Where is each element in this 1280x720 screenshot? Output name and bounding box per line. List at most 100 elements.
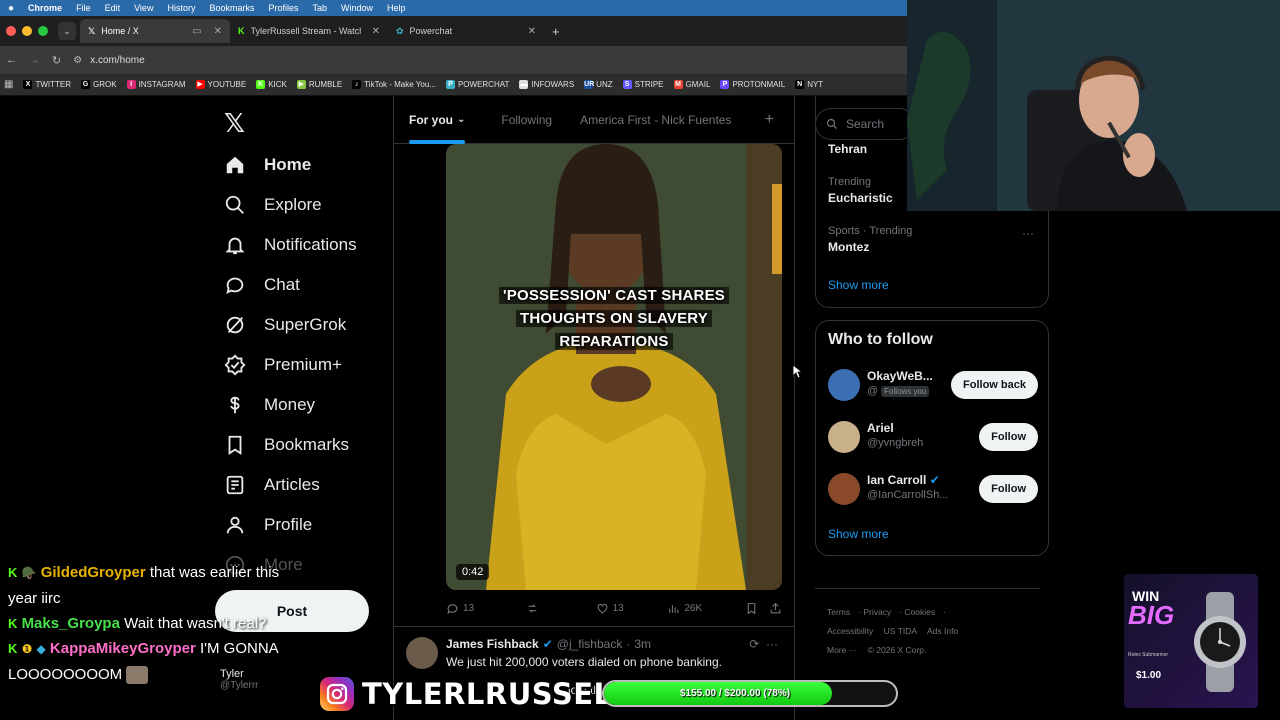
menu-help[interactable]: Help bbox=[387, 3, 406, 13]
follow-button[interactable]: Follow bbox=[979, 423, 1038, 451]
bookmark-item[interactable]: I INSTAGRAM bbox=[126, 80, 186, 89]
footer-more[interactable]: More ··· bbox=[827, 645, 857, 655]
author-name[interactable]: James Fishback bbox=[446, 637, 539, 651]
footer-privacy[interactable]: Privacy bbox=[863, 607, 891, 617]
nav-item-profile[interactable]: Profile bbox=[224, 505, 357, 545]
add-tab-icon[interactable]: + bbox=[765, 111, 774, 129]
bookmark-favicon-icon: ▶ bbox=[195, 80, 205, 89]
bookmark-item[interactable]: K KICK bbox=[256, 80, 287, 89]
new-tab-button[interactable]: + bbox=[544, 19, 568, 43]
bookmark-item[interactable]: X TWITTER bbox=[23, 80, 71, 89]
nav-item-explore[interactable]: Explore bbox=[224, 185, 357, 225]
close-icon[interactable]: ✕ bbox=[372, 26, 380, 37]
trend-item[interactable]: Trending Eucharistic bbox=[828, 176, 893, 205]
menu-file[interactable]: File bbox=[76, 3, 91, 13]
bookmark-button[interactable] bbox=[745, 602, 769, 615]
follow-button[interactable]: Follow bbox=[979, 475, 1038, 503]
picture-in-picture-icon[interactable]: ▭ bbox=[192, 26, 201, 37]
forward-arrow-icon[interactable]: → bbox=[29, 54, 40, 66]
follow-suggestion[interactable]: Ian Carroll ✔ @IanCarrollSh... Follow bbox=[828, 469, 1038, 509]
bookmark-item[interactable]: M GMAIL bbox=[673, 80, 710, 89]
tab-list[interactable]: America First - Nick Fuentes bbox=[552, 96, 731, 144]
person-icon bbox=[226, 516, 244, 534]
bookmark-item[interactable]: UR UNZ bbox=[584, 80, 613, 89]
bookmark-item[interactable]: ▬ INFOWARS bbox=[519, 80, 574, 89]
menu-view[interactable]: View bbox=[134, 3, 153, 13]
more-options-icon[interactable]: ··· bbox=[1022, 226, 1034, 240]
tab-home-x[interactable]: 𝕏 Home / X ▭ ✕ bbox=[80, 19, 230, 43]
more-options-icon[interactable]: ⟳ ··· bbox=[749, 637, 778, 651]
nav-item-home[interactable]: Home bbox=[224, 145, 357, 185]
tab-search-chevron-icon[interactable]: ⌄ bbox=[58, 22, 76, 40]
video-player[interactable]: 'POSSESSION' CAST SHARES THOUGHTS ON SLA… bbox=[446, 144, 782, 590]
apple-icon[interactable]: ● bbox=[8, 3, 14, 14]
bookmark-item[interactable]: P POWERCHAT bbox=[445, 80, 509, 89]
repost-button[interactable] bbox=[526, 602, 596, 615]
tab-for-you[interactable]: For you ⌄ bbox=[394, 96, 466, 144]
bookmark-item[interactable]: S STRIPE bbox=[622, 80, 664, 89]
menu-bookmarks[interactable]: Bookmarks bbox=[209, 3, 254, 13]
follow-suggestion[interactable]: OkayWeB... @ Follows you Follow back bbox=[828, 365, 1038, 405]
show-more-link[interactable]: Show more bbox=[828, 278, 889, 292]
views-button[interactable]: 26K bbox=[667, 602, 745, 615]
bookmark-item[interactable]: ▶ YOUTUBE bbox=[195, 80, 246, 89]
url-field[interactable]: ⚙ x.com/home bbox=[73, 55, 144, 66]
avatar[interactable] bbox=[828, 369, 860, 401]
nav-item-premium[interactable]: Premium+ bbox=[224, 345, 357, 385]
bookmark-item[interactable]: ▶ RUMBLE bbox=[296, 80, 342, 89]
tab-following[interactable]: Following bbox=[465, 96, 552, 144]
bookmark-item[interactable]: G GROK bbox=[81, 80, 117, 89]
close-icon[interactable]: ✕ bbox=[528, 26, 536, 37]
tweet-time[interactable]: 3m bbox=[634, 637, 651, 651]
nav-item-money[interactable]: Money bbox=[224, 385, 357, 425]
nav-item-chat[interactable]: Chat bbox=[224, 265, 357, 305]
bookmark-item[interactable]: N NYT bbox=[795, 80, 823, 89]
maximize-window-button[interactable] bbox=[38, 26, 48, 36]
menu-window[interactable]: Window bbox=[341, 3, 373, 13]
close-icon[interactable]: ✕ bbox=[214, 26, 222, 37]
avatar[interactable] bbox=[828, 421, 860, 453]
footer-accessibility[interactable]: Accessibility bbox=[827, 626, 873, 636]
trend-item[interactable]: Sports · Trending Montez bbox=[828, 225, 912, 254]
nav-item-articles[interactable]: Articles bbox=[224, 465, 357, 505]
nav-item-bookmarks[interactable]: Bookmarks bbox=[224, 425, 357, 465]
follow-back-button[interactable]: Follow back bbox=[951, 371, 1038, 399]
tab-kick-stream[interactable]: K TylerRussell Stream - Watch ✕ bbox=[230, 19, 388, 43]
like-button[interactable]: 13 bbox=[596, 602, 668, 615]
footer-cookies[interactable]: Cookies bbox=[904, 607, 935, 617]
apps-grid-icon[interactable]: ▦ bbox=[4, 79, 13, 90]
footer-us-tida[interactable]: US TIDA bbox=[884, 626, 917, 636]
site-settings-icon[interactable]: ⚙ bbox=[73, 55, 82, 66]
show-more-link[interactable]: Show more bbox=[828, 527, 889, 541]
footer-ads-info[interactable]: Ads Info bbox=[927, 626, 958, 636]
x-logo-icon[interactable]: 𝕏 bbox=[224, 108, 245, 139]
money-icon bbox=[230, 396, 240, 414]
footer-terms[interactable]: Terms bbox=[827, 607, 850, 617]
avatar[interactable] bbox=[828, 473, 860, 505]
menu-tab[interactable]: Tab bbox=[313, 3, 328, 13]
bookmark-item[interactable]: P PROTONMAIL bbox=[720, 80, 785, 89]
x-primary-nav: Home Explore Notifications Chat SuperGrok Pre… bbox=[224, 145, 357, 585]
follow-suggestion[interactable]: Ariel @yvngbreh Follow bbox=[828, 417, 1038, 457]
menu-profiles[interactable]: Profiles bbox=[268, 3, 298, 13]
minimize-window-button[interactable] bbox=[22, 26, 32, 36]
tab-powerchat[interactable]: ✿ Powerchat ✕ bbox=[388, 19, 544, 43]
menu-edit[interactable]: Edit bbox=[105, 3, 121, 13]
menu-chrome[interactable]: Chrome bbox=[28, 3, 62, 13]
author-handle[interactable]: @j_fishback bbox=[557, 637, 623, 651]
trend-item[interactable]: Tehran bbox=[828, 142, 867, 156]
nav-item-notifications[interactable]: Notifications bbox=[224, 225, 357, 265]
share-button[interactable] bbox=[769, 602, 782, 615]
back-arrow-icon[interactable]: ← bbox=[6, 54, 17, 66]
chat-username: GildedGroyper bbox=[40, 564, 146, 581]
reply-button[interactable]: 13 bbox=[446, 602, 526, 615]
url-text[interactable]: x.com/home bbox=[90, 55, 144, 66]
nav-item-supergrok[interactable]: SuperGrok bbox=[224, 305, 357, 345]
avatar[interactable] bbox=[406, 637, 438, 669]
chevron-down-icon[interactable]: ⌄ bbox=[457, 114, 465, 125]
search-input[interactable]: Search bbox=[815, 108, 915, 140]
menu-history[interactable]: History bbox=[167, 3, 195, 13]
bookmark-item[interactable]: ♪ TikTok - Make You... bbox=[352, 80, 436, 89]
reload-icon[interactable]: ↻ bbox=[52, 54, 61, 67]
close-window-button[interactable] bbox=[6, 26, 16, 36]
